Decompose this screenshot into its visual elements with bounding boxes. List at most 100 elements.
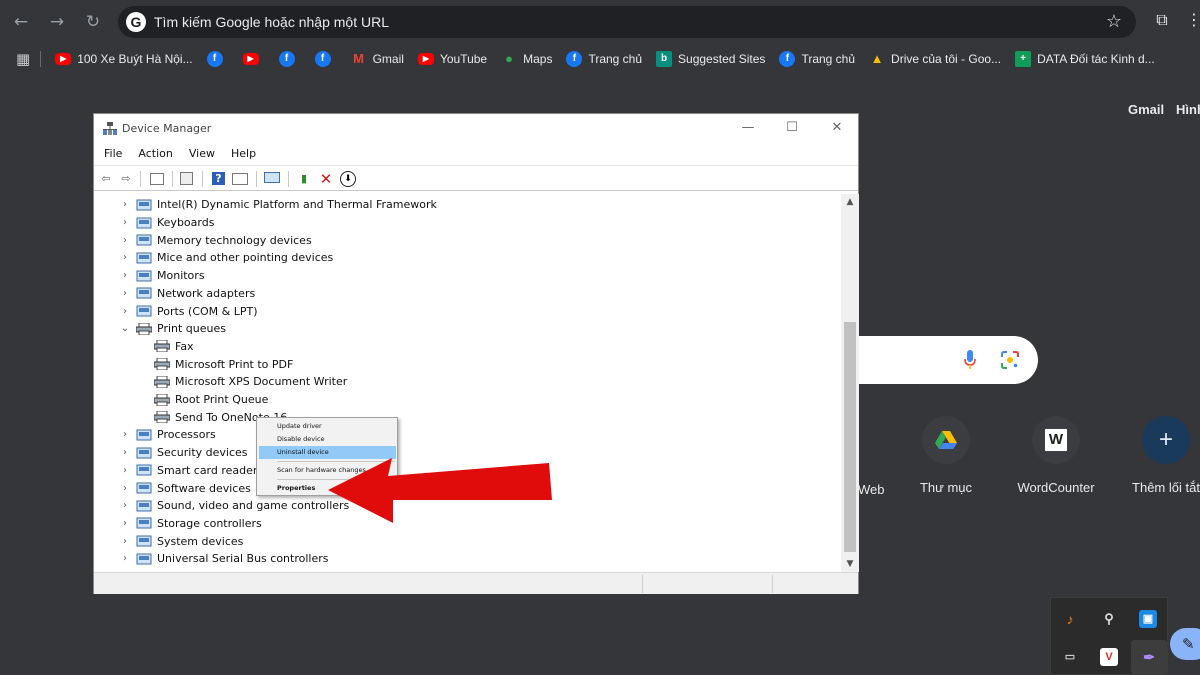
bookmark-item[interactable]: ▲ Drive của tôi - Goo... [869, 51, 1001, 67]
chevron-right-icon[interactable]: › [120, 553, 130, 564]
forward-arrow-icon[interactable]: ⇨ [118, 171, 134, 187]
apps-grid-icon[interactable]: ▦ [16, 50, 30, 68]
menu-properties[interactable]: Properties [259, 482, 396, 495]
menu-view[interactable]: View [179, 145, 221, 165]
menu-scan-hardware[interactable]: Scan for hardware changes [259, 464, 396, 477]
tree-category[interactable]: › Monitors [120, 267, 205, 285]
shortcut-add[interactable]: + Thêm lối tắt [1111, 416, 1200, 495]
tree-category[interactable]: › Memory technology devices [120, 231, 312, 249]
uninstall-x-icon[interactable]: ✕ [318, 171, 334, 187]
device-icon [136, 270, 152, 282]
menu-action[interactable]: Action [128, 145, 178, 165]
chevron-right-icon[interactable]: › [120, 429, 130, 440]
tree-device[interactable]: Microsoft XPS Document Writer [154, 373, 347, 391]
tree-category[interactable]: › Mice and other pointing devices [120, 249, 333, 267]
reload-icon[interactable]: ↻ [82, 11, 104, 33]
back-icon[interactable]: ← [10, 11, 32, 33]
menu-help[interactable]: Help [221, 145, 262, 165]
tree-category[interactable]: › Sound, video and game controllers [120, 497, 349, 515]
bookmark-star-icon[interactable]: ☆ [1106, 11, 1122, 32]
chevron-right-icon[interactable]: › [120, 199, 130, 210]
tree-category[interactable]: › Network adapters [120, 285, 255, 303]
voice-search-icon[interactable] [964, 350, 976, 370]
tree-category[interactable]: › Smart card readers [120, 462, 263, 480]
enable-device-icon[interactable]: ⬇ [340, 171, 356, 187]
display-app-icon[interactable]: ▭ [1061, 648, 1079, 666]
back-arrow-icon[interactable]: ⇦ [98, 171, 114, 187]
shortcut-wordcounter[interactable]: W WordCounter [1001, 416, 1111, 495]
bookmark-item[interactable]: b Suggested Sites [656, 51, 765, 67]
omnibox-placeholder: Tìm kiếm Google hoặc nhập một URL [154, 14, 389, 30]
show-hide-console-tree-icon[interactable] [150, 173, 164, 185]
scroll-up-icon[interactable]: ▲ [841, 194, 859, 210]
tree-category[interactable]: › Security devices [120, 444, 248, 462]
bookmark-item[interactable]: M Gmail [351, 51, 404, 67]
gmail-link[interactable]: Gmail [1128, 102, 1164, 117]
chevron-right-icon[interactable]: › [120, 536, 130, 547]
scroll-down-icon[interactable]: ▼ [841, 556, 859, 572]
menu-disable-device[interactable]: Disable device [259, 433, 396, 446]
bookmark-item[interactable]: ▶ YouTube [417, 52, 487, 66]
help-icon[interactable]: ? [212, 172, 225, 185]
shortcut-folder[interactable]: Thư mục [891, 416, 1001, 495]
tree-device[interactable]: Root Print Queue [154, 391, 268, 409]
chevron-right-icon[interactable]: › [120, 465, 130, 476]
chevron-down-icon[interactable]: ⌄ [120, 323, 130, 334]
tree-category[interactable]: › Processors [120, 426, 216, 444]
extensions-icon[interactable]: ⧉ [1150, 10, 1174, 34]
vertical-scrollbar[interactable]: ▲ ▼ [841, 194, 859, 572]
bookmark-item[interactable]: f Trang chủ [779, 51, 855, 67]
tree-category[interactable]: › Keyboards [120, 214, 214, 232]
tree-category[interactable]: › Universal Serial Bus controllers [120, 550, 328, 568]
close-icon[interactable]: ✕ [825, 118, 849, 138]
tree-category[interactable]: › System devices [120, 532, 243, 550]
menu-uninstall-device[interactable]: Uninstall device [259, 446, 396, 459]
tree-device[interactable]: Microsoft Print to PDF [154, 355, 293, 373]
v-app-icon[interactable]: V [1100, 648, 1118, 666]
forward-icon[interactable]: → [46, 11, 68, 33]
scroll-thumb[interactable] [844, 322, 856, 552]
chevron-right-icon[interactable]: › [120, 217, 130, 228]
bookmark-item[interactable]: f [314, 51, 337, 67]
music-app-icon[interactable]: ♪ [1061, 610, 1079, 628]
maximize-icon[interactable]: ☐ [780, 118, 804, 138]
chevron-right-icon[interactable]: › [120, 500, 130, 511]
chevron-right-icon[interactable]: › [120, 288, 130, 299]
action-pane-icon[interactable] [232, 173, 248, 185]
bookmark-item[interactable]: + DATA Đối tác Kinh d... [1015, 51, 1155, 67]
tree-category[interactable]: › Storage controllers [120, 515, 262, 533]
chevron-right-icon[interactable]: › [120, 270, 130, 281]
chevron-right-icon[interactable]: › [120, 235, 130, 246]
chevron-right-icon[interactable]: › [120, 483, 130, 494]
tree-category[interactable]: › Ports (COM & LPT) [120, 302, 258, 320]
update-driver-icon[interactable]: ▮ [296, 171, 312, 187]
tree-category[interactable]: › Intel(R) Dynamic Platform and Thermal F… [120, 196, 437, 214]
menu-update-driver[interactable]: Update driver [259, 420, 396, 433]
bookmark-item[interactable]: ▶ 100 Xe Buýt Hà Nội... [55, 52, 193, 66]
chevron-right-icon[interactable]: › [120, 518, 130, 529]
screenshot-app-icon[interactable]: ▣ [1139, 610, 1157, 628]
tree-category[interactable]: › Software devices [120, 479, 251, 497]
bookmark-item[interactable]: f Trang chủ [566, 51, 642, 67]
scan-hardware-icon[interactable] [264, 172, 280, 183]
properties-icon[interactable] [180, 172, 193, 185]
chevron-right-icon[interactable]: › [120, 447, 130, 458]
feather-app-icon[interactable]: ✒ [1131, 640, 1167, 674]
bookmark-item[interactable]: f [278, 51, 301, 67]
minimize-icon[interactable]: — [736, 118, 760, 138]
lens-search-icon[interactable] [1000, 350, 1020, 370]
more-menu-icon[interactable]: ⋮ [1186, 10, 1200, 29]
chevron-right-icon[interactable]: › [120, 252, 130, 263]
menu-file[interactable]: File [94, 145, 128, 165]
chevron-right-icon[interactable]: › [120, 306, 130, 317]
network-app-icon[interactable]: ⚲ [1100, 610, 1118, 628]
customize-pencil-icon[interactable]: ✎ [1170, 628, 1200, 660]
images-link[interactable]: Hình [1176, 102, 1200, 117]
bookmark-item[interactable]: ● Maps [501, 51, 552, 67]
omnibox[interactable]: G Tìm kiếm Google hoặc nhập một URL ☆ [118, 6, 1136, 38]
tree-device[interactable]: Fax [154, 338, 194, 356]
tree-category[interactable]: ⌄ Print queues [120, 320, 226, 338]
bookmark-item[interactable]: ▶ [242, 53, 265, 65]
tree-item-label: Sound, video and game controllers [157, 499, 350, 513]
bookmark-item[interactable]: f [206, 51, 229, 67]
